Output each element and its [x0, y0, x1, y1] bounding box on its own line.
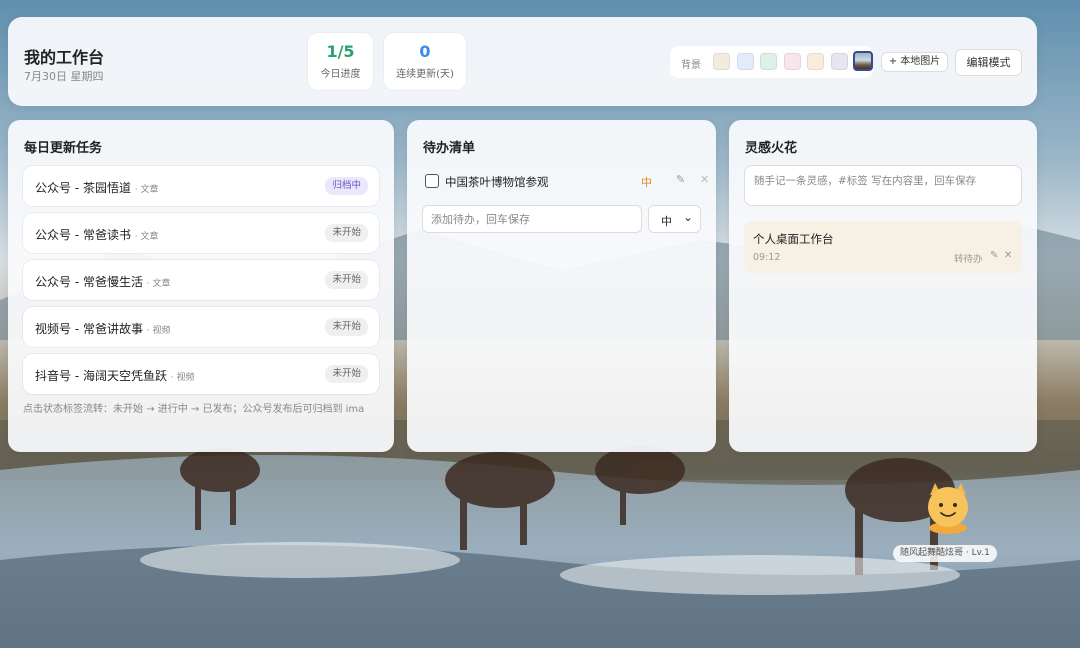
status-flow-hint: 点击状态标签流转：未开始 → 进行中 → 已发布；公众号发布后可归档到 ima [23, 404, 365, 415]
todo-item: 中国茶叶博物馆参观 中 ✎ ✕ [423, 170, 709, 194]
idea-time: 09:12 [753, 252, 781, 263]
progress-value: 1/5 [326, 42, 355, 61]
todo-input[interactable] [422, 205, 642, 233]
swatch-green[interactable] [760, 53, 777, 70]
priority-select-value: 中 [661, 215, 672, 228]
task-item[interactable]: 公众号 - 常爸读书 · 文章 未开始 [23, 213, 379, 253]
streak-value: 0 [419, 42, 431, 61]
date-label: 7月30日 星期四 [24, 70, 104, 83]
task-item[interactable]: 公众号 - 茶园悟道 · 文章 归档中 [23, 166, 379, 206]
header-bar: 我的工作台 7月30日 星期四 1/5 今日进度 0 连续更新(天) 背景 + … [8, 17, 1037, 106]
idea-item: 个人桌面工作台 09:12 转待办 ✎ ✕ [744, 221, 1022, 273]
pet-label: 随风起舞酷炫哥 · Lv.1 [893, 545, 997, 562]
pet-mascot[interactable] [919, 481, 977, 537]
task-name: 公众号 - 茶园悟道 [35, 181, 131, 195]
task-type: · 文章 [134, 232, 159, 242]
status-badge[interactable]: 归档中 [325, 177, 368, 195]
todo-card: 待办清单 中国茶叶博物馆参观 中 ✎ ✕ 中 ⌄ [407, 120, 716, 452]
status-badge[interactable]: 未开始 [325, 271, 368, 289]
task-name: 公众号 - 常爸读书 [35, 228, 131, 242]
priority-select[interactable]: 中 ⌄ [648, 205, 701, 233]
progress-label: 今日进度 [320, 69, 361, 80]
task-name: 视频号 - 常爸讲故事 [35, 322, 143, 336]
daily-tasks-card: 每日更新任务 公众号 - 茶园悟道 · 文章 归档中 公众号 - 常爸读书 · … [8, 120, 394, 452]
swatch-pink[interactable] [784, 53, 801, 70]
progress-stat: 1/5 今日进度 [308, 33, 373, 90]
status-badge[interactable]: 未开始 [325, 365, 368, 383]
todo-text: 中国茶叶博物馆参观 [445, 175, 549, 189]
todo-title: 待办清单 [423, 141, 476, 156]
todo-priority-badge: 中 [641, 176, 652, 189]
task-name: 公众号 - 常爸慢生活 [35, 275, 143, 289]
idea-text: 个人桌面工作台 [753, 232, 834, 246]
task-item[interactable]: 视频号 - 常爸讲故事 · 视频 未开始 [23, 307, 379, 347]
edit-icon[interactable]: ✎ [676, 173, 685, 186]
streak-label: 连续更新(天) [396, 69, 454, 80]
ideas-title: 灵感火花 [745, 141, 798, 156]
edit-icon[interactable]: ✎ [990, 250, 998, 261]
status-badge[interactable]: 未开始 [325, 318, 368, 336]
page-title: 我的工作台 [24, 48, 105, 67]
ideas-card: 灵感火花 随手记一条灵感，#标签 写在内容里，回车保存 个人桌面工作台 09:1… [729, 120, 1037, 452]
edit-mode-button[interactable]: 编辑模式 [955, 49, 1022, 76]
close-icon[interactable]: ✕ [700, 173, 709, 186]
swatch-cream[interactable] [713, 53, 730, 70]
task-name: 抖音号 - 海阔天空凭鱼跃 [35, 369, 167, 383]
chevron-down-icon: ⌄ [683, 210, 694, 224]
background-picker: 背景 [670, 46, 873, 78]
swatch-lavender[interactable] [831, 53, 848, 70]
swatch-blue[interactable] [737, 53, 754, 70]
status-badge[interactable]: 未开始 [325, 224, 368, 242]
add-local-image-button[interactable]: + 本地图片 [881, 52, 948, 72]
task-item[interactable]: 公众号 - 常爸慢生活 · 文章 未开始 [23, 260, 379, 300]
idea-input[interactable]: 随手记一条灵感，#标签 写在内容里，回车保存 [744, 165, 1022, 206]
close-icon[interactable]: ✕ [1004, 250, 1012, 261]
daily-tasks-title: 每日更新任务 [24, 141, 103, 156]
convert-to-todo-button[interactable]: 转待办 [954, 251, 983, 265]
swatch-peach[interactable] [807, 53, 824, 70]
swatch-image-selected[interactable] [853, 51, 873, 71]
task-type: · 视频 [146, 326, 171, 336]
streak-stat: 0 连续更新(天) [384, 33, 466, 90]
task-type: · 文章 [134, 185, 159, 195]
task-item[interactable]: 抖音号 - 海阔天空凭鱼跃 · 视频 未开始 [23, 354, 379, 394]
task-type: · 文章 [146, 279, 171, 289]
task-type: · 视频 [170, 373, 195, 383]
todo-checkbox[interactable] [425, 174, 439, 188]
background-label: 背景 [681, 60, 701, 71]
